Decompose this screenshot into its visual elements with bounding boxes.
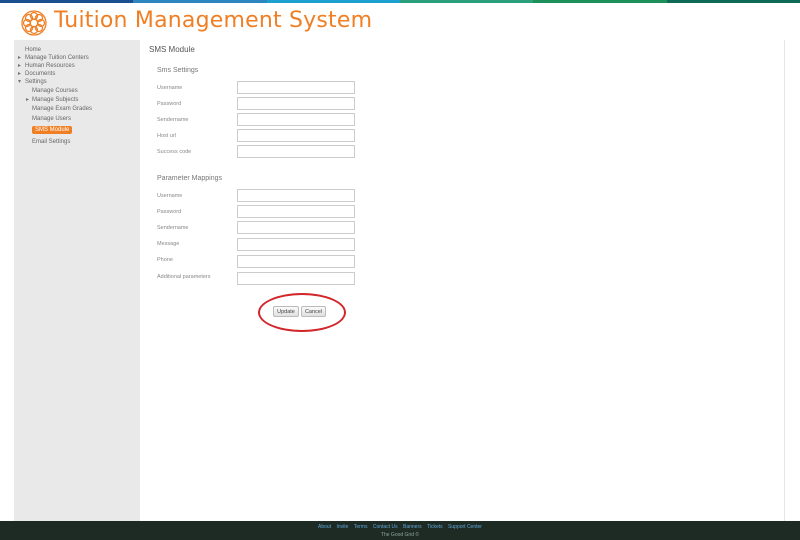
footer-link-support-center[interactable]: Support Center (448, 524, 482, 530)
footer-link-terms[interactable]: Terms (354, 524, 368, 530)
param-message-input[interactable] (237, 238, 355, 251)
param-password-input[interactable] (237, 205, 355, 218)
footer-link-about[interactable]: About (318, 524, 331, 530)
sidebar-item-documents[interactable]: Documents (14, 70, 140, 78)
footer-link-contact-us[interactable]: Contact Us (373, 524, 398, 530)
flower-logo-icon[interactable] (20, 9, 48, 37)
sms-username-label: Username (157, 85, 183, 91)
main-content: SMS Module Sms Settings Username Passwor… (140, 40, 784, 521)
footer-link-tickets[interactable]: Tickets (427, 524, 443, 530)
sidebar-item-human-resources[interactable]: Human Resources (14, 62, 140, 70)
success-code-input[interactable] (237, 145, 355, 158)
sidebar-item-manage-exam-grades[interactable]: Manage Exam Grades (14, 104, 140, 114)
sms-sendername-label: Sendername (157, 117, 189, 123)
sidebar: Home Manage Tuition Centers Human Resour… (14, 40, 140, 521)
sidebar-item-email-settings[interactable]: Email Settings (14, 137, 140, 147)
sms-password-label: Password (157, 101, 182, 107)
param-username-input[interactable] (237, 189, 355, 202)
sms-username-input[interactable] (237, 81, 355, 94)
sms-password-input[interactable] (237, 97, 355, 110)
sidebar-item-home[interactable]: Home (14, 46, 140, 54)
footer-link-invite[interactable]: Invite (337, 524, 349, 530)
sidebar-item-manage-users[interactable]: Manage Users (14, 114, 140, 124)
sms-sendername-input[interactable] (237, 113, 355, 126)
update-button[interactable]: Update (273, 306, 299, 317)
sidebar-item-sms-module-label: SMS Module (32, 126, 73, 134)
sidebar-item-manage-courses[interactable]: Manage Courses (14, 86, 140, 96)
parameter-mappings-heading: Parameter Mappings (157, 175, 222, 182)
sms-settings-heading: Sms Settings (157, 67, 199, 74)
success-code-label: Success code (157, 149, 192, 155)
sidebar-item-manage-tuition-centers[interactable]: Manage Tuition Centers (14, 54, 140, 62)
header: Tuition Management System (0, 3, 800, 40)
param-password-label: Password (157, 209, 182, 215)
param-message-label: Message (157, 241, 180, 247)
additional-parameters-label: Additional parameters (157, 274, 211, 280)
footer-link-banners[interactable]: Banners (403, 524, 422, 530)
app-title: Tuition Management System (54, 8, 373, 33)
param-phone-label: Phone (157, 257, 173, 263)
sidebar-item-settings[interactable]: Settings (14, 78, 140, 86)
right-gutter (784, 40, 800, 521)
cancel-button[interactable]: Cancel (301, 306, 326, 317)
sidebar-item-sms-module[interactable]: SMS Module (14, 124, 140, 137)
host-url-input[interactable] (237, 129, 355, 142)
page-title: SMS Module (149, 45, 195, 54)
param-sendername-input[interactable] (237, 221, 355, 234)
additional-parameters-input[interactable] (237, 272, 355, 285)
param-username-label: Username (157, 193, 183, 199)
host-url-label: Host url (157, 133, 176, 139)
param-phone-input[interactable] (237, 255, 355, 268)
footer-copyright: The Good Grid © (380, 532, 420, 538)
footer: About Invite Terms Contact Us Banners Ti… (0, 521, 800, 540)
sidebar-item-manage-subjects[interactable]: Manage Subjects (14, 96, 140, 104)
param-sendername-label: Sendername (157, 225, 189, 231)
footer-links: About Invite Terms Contact Us Banners Ti… (0, 521, 800, 530)
